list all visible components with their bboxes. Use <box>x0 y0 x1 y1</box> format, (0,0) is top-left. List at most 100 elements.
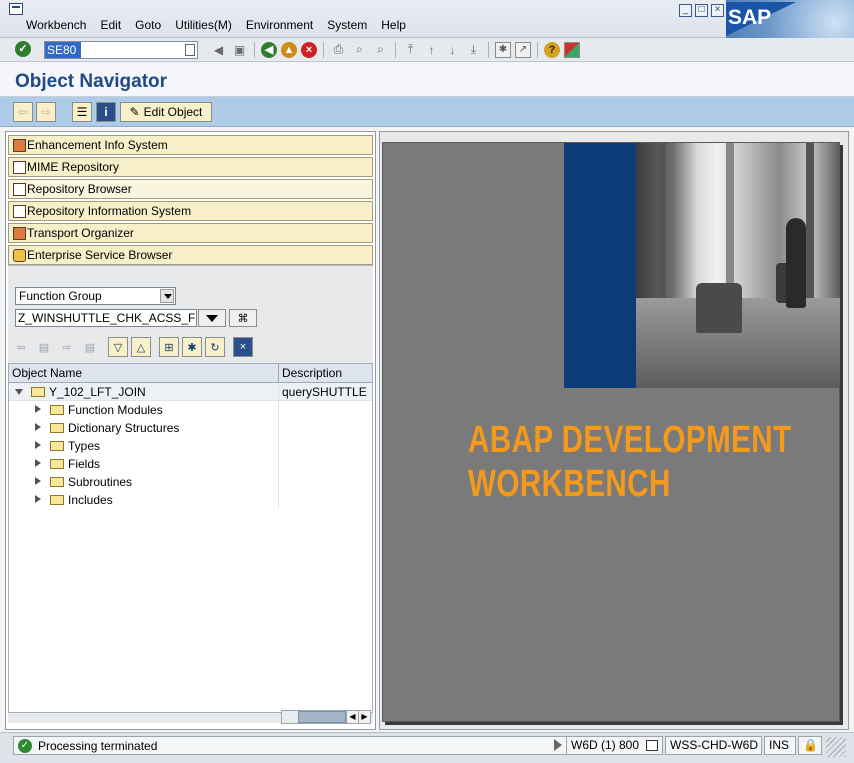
collapsed-triangle-icon[interactable] <box>35 441 41 449</box>
forward-arrow-icon[interactable]: ⇨ <box>36 102 56 122</box>
collapsed-triangle-icon[interactable] <box>35 495 41 503</box>
back-arrow-icon[interactable]: ⇦ <box>13 102 33 122</box>
chevron-down-icon[interactable] <box>160 289 174 303</box>
other-object-icon[interactable]: ☰ <box>72 102 92 122</box>
tree-forward-list-icon[interactable]: ▤ <box>80 337 100 357</box>
object-name-input[interactable]: Z_WINSHUTTLE_CHK_ACSS_F <box>15 309 197 327</box>
previous-page-icon[interactable]: ↑ <box>423 41 440 58</box>
status-expand-icon[interactable] <box>554 739 562 751</box>
menu-help[interactable]: Help <box>381 18 406 32</box>
display-button[interactable]: ⌘ <box>229 309 257 327</box>
exit-icon[interactable]: ▲ <box>281 41 297 58</box>
folder-icon <box>50 441 64 451</box>
object-type-select[interactable]: Function Group <box>15 287 176 305</box>
menu-edit[interactable]: Edit <box>100 18 121 32</box>
info-icon[interactable]: i <box>96 102 116 122</box>
scrollbar-thumb[interactable] <box>298 711 346 723</box>
collapse-all-icon[interactable]: △ <box>131 337 151 357</box>
nav-enterprise-service-browser[interactable]: Enterprise Service Browser <box>8 245 373 265</box>
collapsed-triangle-icon[interactable] <box>35 423 41 431</box>
expanded-triangle-icon[interactable] <box>15 389 23 395</box>
content-pane: ABAP DEVELOPMENT WORKBENCH <box>379 131 849 730</box>
menu-utilities[interactable]: Utilities(M) <box>175 18 232 32</box>
nav-repository-information-system[interactable]: Repository Information System <box>8 201 373 221</box>
layout-menu-icon[interactable] <box>564 41 580 58</box>
tree-row[interactable]: Dictionary Structures <box>9 419 372 437</box>
menu-system[interactable]: System <box>327 18 367 32</box>
collapsed-triangle-icon[interactable] <box>35 405 41 413</box>
menu-bar: Workbench Edit Goto Utilities(M) Environ… <box>0 0 854 38</box>
hierarchy-tree-icon[interactable]: ⊞ <box>159 337 179 357</box>
tree-root-row[interactable]: Y_102_LFT_JOIN querySHUTTLE <box>9 383 372 401</box>
display-list-icon[interactable]: ✱ <box>182 337 202 357</box>
back-triangle-icon[interactable]: ◀ <box>210 41 227 58</box>
menu-workbench[interactable]: Workbench <box>26 18 86 32</box>
command-input[interactable] <box>45 42 81 58</box>
tree-node-label: Dictionary Structures <box>68 421 180 435</box>
find-icon[interactable]: ⌕ <box>351 41 368 58</box>
nav-label: MIME Repository <box>27 160 120 174</box>
maximize-icon[interactable]: □ <box>695 4 708 17</box>
edit-object-button[interactable]: ✎ Edit Object <box>120 102 212 122</box>
column-object-name[interactable]: Object Name <box>9 364 279 383</box>
nav-enhancement-info-system[interactable]: Enhancement Info System <box>8 135 373 155</box>
tree-back-list-icon[interactable]: ▤ <box>34 337 54 357</box>
sap-logo: SAP <box>726 0 854 38</box>
folder-icon <box>50 495 64 505</box>
nav-mime-repository[interactable]: MIME Repository <box>8 157 373 177</box>
object-list-dropdown-button[interactable] <box>198 309 226 327</box>
expand-all-icon[interactable]: ▽ <box>108 337 128 357</box>
enter-icon[interactable]: ✓ <box>15 41 31 57</box>
tree-row[interactable]: Types <box>9 437 372 455</box>
toolbar-icons: ◀ ▣ ◀ ▲ × ⎙ ⌕ ⌕ ⤒ ↑ ↓ ⤓ ✱ ↗ ? <box>210 41 584 58</box>
tree-node-label: Types <box>68 439 101 453</box>
tree-row[interactable]: Includes <box>9 491 372 509</box>
close-icon[interactable]: × <box>711 4 724 17</box>
last-page-icon[interactable]: ⤓ <box>465 41 482 58</box>
scroll-right-icon[interactable]: ▶ <box>357 711 370 723</box>
tree-row[interactable]: Function Modules <box>9 401 372 419</box>
nav-repository-browser[interactable]: Repository Browser <box>8 179 373 199</box>
menu-goto[interactable]: Goto <box>135 18 161 32</box>
next-page-icon[interactable]: ↓ <box>444 41 461 58</box>
object-tree: Object Name Description Y_102_LFT_JOIN q… <box>8 363 373 713</box>
help-icon[interactable]: ? <box>544 41 560 58</box>
shortcut-icon[interactable]: ↗ <box>515 41 531 58</box>
save-icon[interactable]: ▣ <box>231 41 248 58</box>
find-next-icon[interactable]: ⌕ <box>372 41 389 58</box>
nav-transport-organizer[interactable]: Transport Organizer <box>8 223 373 243</box>
status-bar: ✓ Processing terminated W6D (1) 800 WSS-… <box>0 732 854 763</box>
status-message[interactable]: ✓ Processing terminated <box>13 736 567 755</box>
resize-grip-icon[interactable] <box>826 737 846 757</box>
folder-icon <box>50 405 64 415</box>
enhancement-icon <box>12 138 26 152</box>
create-session-icon[interactable]: ✱ <box>495 41 511 58</box>
first-page-icon[interactable]: ⤒ <box>402 41 419 58</box>
command-field[interactable] <box>44 41 198 59</box>
collapsed-triangle-icon[interactable] <box>35 459 41 467</box>
horizontal-scrollbar[interactable]: ◀ ▶ <box>281 710 371 724</box>
print-icon[interactable]: ⎙ <box>330 41 347 58</box>
standard-toolbar: ✓ ◀ ▣ ◀ ▲ × ⎙ ⌕ ⌕ ⤒ ↑ ↓ ⤓ ✱ ↗ ? <box>0 38 854 62</box>
scroll-left-icon[interactable]: ◀ <box>345 711 358 723</box>
splash-blue-band <box>564 143 636 388</box>
tree-forward-icon[interactable]: ⇨ <box>57 337 77 357</box>
close-tree-icon[interactable]: × <box>233 337 253 357</box>
tree-back-icon[interactable]: ⇦ <box>11 337 31 357</box>
tree-toolbar: ⇦ ▤ ⇨ ▤ ▽ △ ⊞ ✱ ↻ × <box>8 336 373 358</box>
system-menu-icon[interactable] <box>9 3 23 15</box>
tree-row[interactable]: Fields <box>9 455 372 473</box>
column-description[interactable]: Description <box>279 364 372 383</box>
navigator-pane: Enhancement Info System MIME Repository … <box>5 131 376 730</box>
cancel-icon[interactable]: × <box>301 41 317 58</box>
tree-node-label: Subroutines <box>68 475 133 489</box>
back-icon[interactable]: ◀ <box>261 41 277 58</box>
system-info-icon[interactable] <box>646 740 659 752</box>
menu-environment[interactable]: Environment <box>246 18 313 32</box>
tree-row[interactable]: Subroutines <box>9 473 372 491</box>
minimize-icon[interactable]: _ <box>679 4 692 17</box>
refresh-icon[interactable]: ↻ <box>205 337 225 357</box>
application-toolbar: ⇦ ⇨ ☰ i ✎ Edit Object <box>0 97 854 127</box>
collapsed-triangle-icon[interactable] <box>35 477 41 485</box>
command-history-icon[interactable] <box>185 44 195 56</box>
